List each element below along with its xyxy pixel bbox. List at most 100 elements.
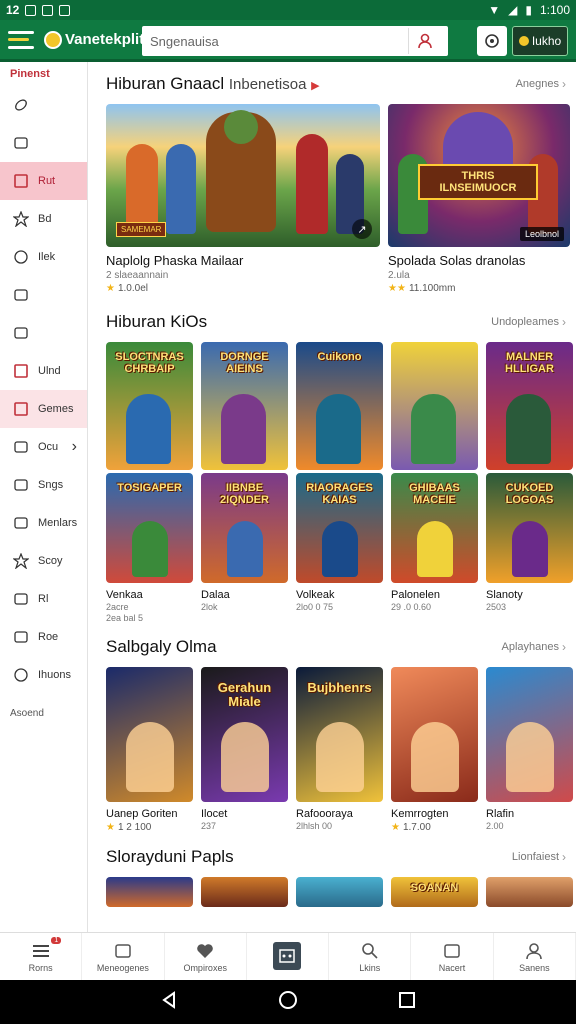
screen-icon	[12, 476, 30, 494]
game-card[interactable]: DORNGE AIEINS IIBNBE 2IQNDER Dalaa 2lok	[201, 342, 288, 623]
nav-item[interactable]: Ompiroxes	[165, 933, 247, 980]
nav-item[interactable]: Sanens	[494, 933, 576, 980]
section-popular: Slorayduni Papls Lionfaiest › SOANAN	[106, 845, 576, 910]
featured-card[interactable]: SAMEMAR ↗ Naplolg Phaska Mailaar 2 slaea…	[106, 104, 380, 294]
sidebar-item-label: Ihuons	[38, 669, 72, 681]
sidebar-item[interactable]: Ihuons	[0, 656, 87, 694]
game-title: Rlafin	[486, 808, 515, 820]
nav-item[interactable]: Lkins	[329, 933, 412, 980]
sidebar-item[interactable]: Scoy	[0, 542, 87, 580]
game-card[interactable]: Cuikono RIAORAGES KAIAS Volkeak 2lo0 0 75	[296, 342, 383, 623]
sidebar: Pinenst Rut Bd Ilek Ulnd Gemes Ocu › Sngs Menlar…	[0, 62, 88, 932]
game-card[interactable]: Gerahun Miale Ilocet 237	[201, 667, 288, 833]
game-thumbnail[interactable]: SOANAN	[391, 877, 478, 907]
tv-icon	[12, 590, 30, 608]
featured-image: THRIS ILNSEIMUOCR Leolbnol	[388, 104, 570, 247]
nav-label: Rorns	[28, 962, 53, 973]
game-rating: ★ 1.0.0el	[106, 283, 148, 294]
nav-item[interactable]: Nacert	[411, 933, 494, 980]
sidebar-footer[interactable]: Asoend	[0, 694, 87, 733]
game-card[interactable]: Uanep Goriten ★ 1 2 100	[106, 667, 193, 833]
search-bar[interactable]: Sngenauisa	[142, 26, 448, 56]
map-icon	[12, 134, 30, 152]
game-card[interactable]: GHIBAAS MACEIE Palonelen 29 .0 0.60	[391, 342, 478, 623]
heart-icon	[194, 941, 216, 961]
nav-item[interactable]: Rorns 1	[0, 933, 83, 980]
game-title: Palonelen	[391, 589, 440, 601]
sidebar-item[interactable]: Rl	[0, 580, 87, 618]
chevron-right-icon[interactable]: ›	[562, 315, 566, 329]
sidebar-item[interactable]	[0, 276, 87, 314]
sidebar-item[interactable]: Ilek	[0, 238, 87, 276]
game-subtitle: 2lo0 0 75	[296, 602, 334, 612]
game-subtitle: 2.ula	[388, 270, 410, 281]
game-title: Uanep Goriten	[106, 808, 178, 820]
game-logo-text: IIBNBE 2IQNDER	[220, 482, 269, 506]
sidebar-heading: Pinenst	[10, 68, 50, 80]
hamburger-menu-icon[interactable]	[8, 30, 34, 49]
sidebar-item[interactable]: Gemes	[0, 390, 87, 428]
star-icon	[12, 552, 30, 570]
chevron-right-icon[interactable]: ›	[72, 438, 77, 456]
see-all-link[interactable]: Anegnes	[516, 78, 559, 90]
nav-item[interactable]	[247, 933, 330, 980]
system-navigation	[0, 980, 576, 1024]
coin-icon	[518, 36, 529, 46]
sidebar-item[interactable]: Sngs	[0, 466, 87, 504]
sidebar-item[interactable]	[0, 86, 87, 124]
sidebar-item[interactable]: Bd	[0, 200, 87, 238]
game-thumbnail[interactable]	[296, 877, 383, 907]
sidebar-item[interactable]: Rut	[0, 162, 87, 200]
sidebar-item[interactable]: Menlars	[0, 504, 87, 542]
game-thumbnail: RIAORAGES KAIAS	[296, 473, 383, 583]
game-subtitle: 2lhlsh 00	[296, 821, 333, 831]
game-card[interactable]: Bujbhenrs Rafoooraya 2lhlsh 00	[296, 667, 383, 833]
chevron-right-icon[interactable]: ›	[562, 640, 566, 654]
search-input[interactable]: Sngenauisa	[150, 34, 219, 49]
see-all-link[interactable]: Undopleames	[491, 316, 559, 328]
game-thumbnail[interactable]	[106, 877, 193, 907]
app-logo[interactable]: Vanetekplit	[44, 30, 144, 49]
chat-icon	[12, 248, 30, 266]
sidebar-item[interactable]	[0, 314, 87, 352]
target-button[interactable]	[477, 26, 507, 56]
chevron-right-icon[interactable]: ›	[562, 850, 566, 864]
bow-icon	[12, 324, 30, 342]
main-content: Hiburan Gnaacl Inbenetisoa ▶ Anegnes › S…	[88, 62, 576, 932]
game-rating: ★★ 11.100mm	[388, 283, 456, 294]
section-title: Hiburan KiOs	[106, 312, 208, 331]
game-thumbnail[interactable]	[486, 877, 573, 907]
sidebar-item[interactable]: Ulnd	[0, 352, 87, 390]
nav-badge: 1	[51, 937, 62, 944]
chevron-right-icon[interactable]: ›	[562, 77, 566, 91]
game-card[interactable]: Rlafin 2.00	[486, 667, 573, 833]
section-title: Slorayduni Papls	[106, 847, 234, 866]
mini-profile-button[interactable]: Iukho	[512, 26, 568, 56]
logo-mark-icon	[44, 30, 62, 49]
recents-icon[interactable]	[399, 991, 416, 1013]
see-all-link[interactable]: Lionfaiest	[512, 851, 559, 863]
see-all-link[interactable]: Aplayhanes	[502, 641, 560, 653]
sidebar-item[interactable]: Ocu ›	[0, 428, 87, 466]
featured-card[interactable]: THRIS ILNSEIMUOCR Leolbnol Spolada Solas…	[388, 104, 570, 294]
infinity-icon	[12, 628, 30, 646]
user-icon[interactable]	[408, 28, 440, 54]
home-icon[interactable]	[278, 990, 298, 1015]
game-center-icon	[273, 941, 302, 970]
game-thumbnail[interactable]	[201, 877, 288, 907]
expand-icon[interactable]: ↗	[352, 219, 372, 239]
back-icon[interactable]	[161, 990, 177, 1014]
game-thumbnail: IIBNBE 2IQNDER	[201, 473, 288, 583]
nav-item[interactable]: Meneogenes	[82, 933, 165, 980]
sidebar-item[interactable]: Roe	[0, 618, 87, 656]
game-card[interactable]: SLOCTNRAS CHRBAIP TOSIGAPER Venkaa 2acre 2ea…	[106, 342, 193, 623]
bottom-navigation: Rorns 1 Meneogenes Ompiroxes Lkins Nacert Sane…	[0, 932, 576, 980]
sidebar-item[interactable]	[0, 124, 87, 162]
game-logo-text: CUKOED LOGOAS	[505, 482, 554, 506]
game-subtitle: 2lok	[201, 602, 218, 612]
game-thumbnail: CUKOED LOGOAS	[486, 473, 573, 583]
gamepad-icon	[12, 96, 30, 114]
game-logo-text: GHIBAAS MACEIE	[409, 482, 460, 506]
game-card[interactable]: Kemrrogten ★ 1.7.00	[391, 667, 478, 833]
game-card[interactable]: MALNER HLLIGAR CUKOED LOGOAS Slanoty 2503	[486, 342, 573, 623]
